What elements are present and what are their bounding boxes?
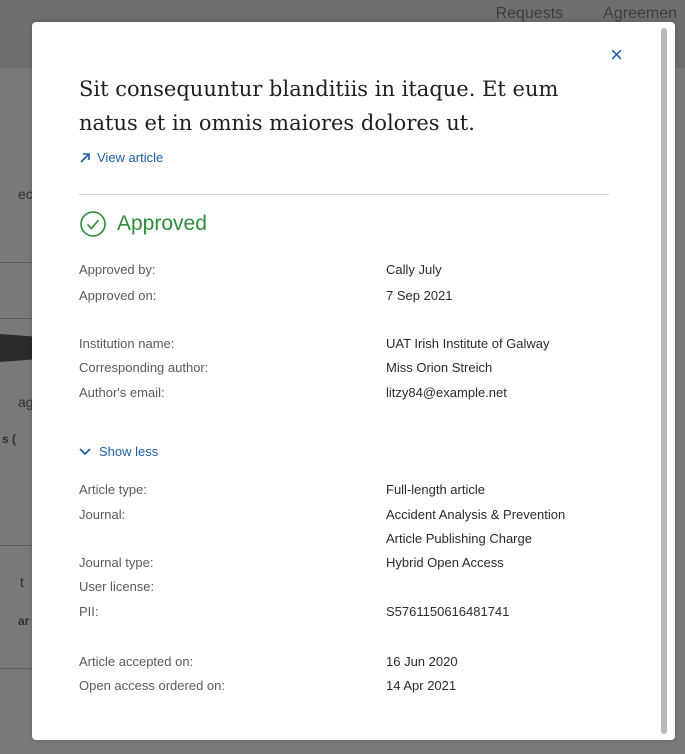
external-link-icon (80, 152, 90, 163)
tab-requests[interactable]: Requests (496, 5, 564, 23)
show-less-toggle[interactable]: Show less (79, 444, 158, 459)
backdrop-divider (0, 262, 32, 263)
status-label: Approved (117, 212, 207, 235)
view-article-label: View article (97, 150, 164, 165)
close-icon[interactable]: × (610, 44, 623, 66)
author-email-label: Author's email: (79, 385, 165, 400)
backdrop-text: ec (18, 186, 33, 202)
corresponding-author-label: Corresponding author: (79, 360, 209, 375)
journal-type-value: Hybrid Open Access (386, 555, 504, 570)
author-email-value: litzy84@example.net (386, 385, 507, 400)
approved-by-value: Cally July (386, 262, 442, 277)
institution-value: UAT Irish Institute of Galway (386, 336, 550, 351)
status-badge: Approved (79, 210, 207, 238)
backdrop-text: s ( (2, 432, 17, 446)
institution-label: Institution name: (79, 336, 175, 351)
oa-ordered-on-label: Open access ordered on: (79, 678, 225, 693)
backdrop-text: t (20, 574, 24, 590)
oa-ordered-on-value: 14 Apr 2021 (386, 678, 457, 693)
scrollbar[interactable] (661, 28, 667, 734)
article-details-modal: × Sit consequuntur blanditiis in itaque.… (32, 22, 675, 740)
backdrop-text: ar (18, 614, 30, 628)
approved-by-label: Approved by: (79, 262, 156, 277)
backdrop-divider (0, 668, 32, 669)
journal-label: Journal: (79, 507, 126, 522)
tab-agreements[interactable]: Agreemen (603, 5, 677, 23)
accepted-on-label: Article accepted on: (79, 654, 194, 669)
journal-value: Accident Analysis & Prevention (386, 507, 566, 522)
user-license-label: User license: (79, 579, 155, 594)
chevron-down-icon (79, 447, 91, 455)
check-circle-icon (80, 211, 106, 237)
journal-type-label: Journal type: (79, 555, 154, 570)
approved-on-label: Approved on: (79, 288, 157, 303)
journal-charge-value: Article Publishing Charge (386, 531, 532, 546)
article-type-label: Article type: (79, 482, 147, 497)
pii-label: PII: (79, 604, 99, 619)
article-title: Sit consequuntur blanditiis in itaque. E… (79, 77, 559, 135)
backdrop-divider (0, 545, 32, 546)
article-type-value: Full-length article (386, 482, 485, 497)
divider (79, 194, 609, 195)
accepted-on-value: 16 Jun 2020 (386, 654, 458, 669)
scrollbar-thumb[interactable] (661, 28, 667, 734)
approved-on-value: 7 Sep 2021 (386, 288, 453, 303)
corresponding-author-value: Miss Orion Streich (386, 360, 493, 375)
show-less-label: Show less (99, 444, 159, 459)
view-article-link[interactable]: View article (79, 150, 163, 165)
pii-value: S5761150616481741 (386, 604, 510, 619)
